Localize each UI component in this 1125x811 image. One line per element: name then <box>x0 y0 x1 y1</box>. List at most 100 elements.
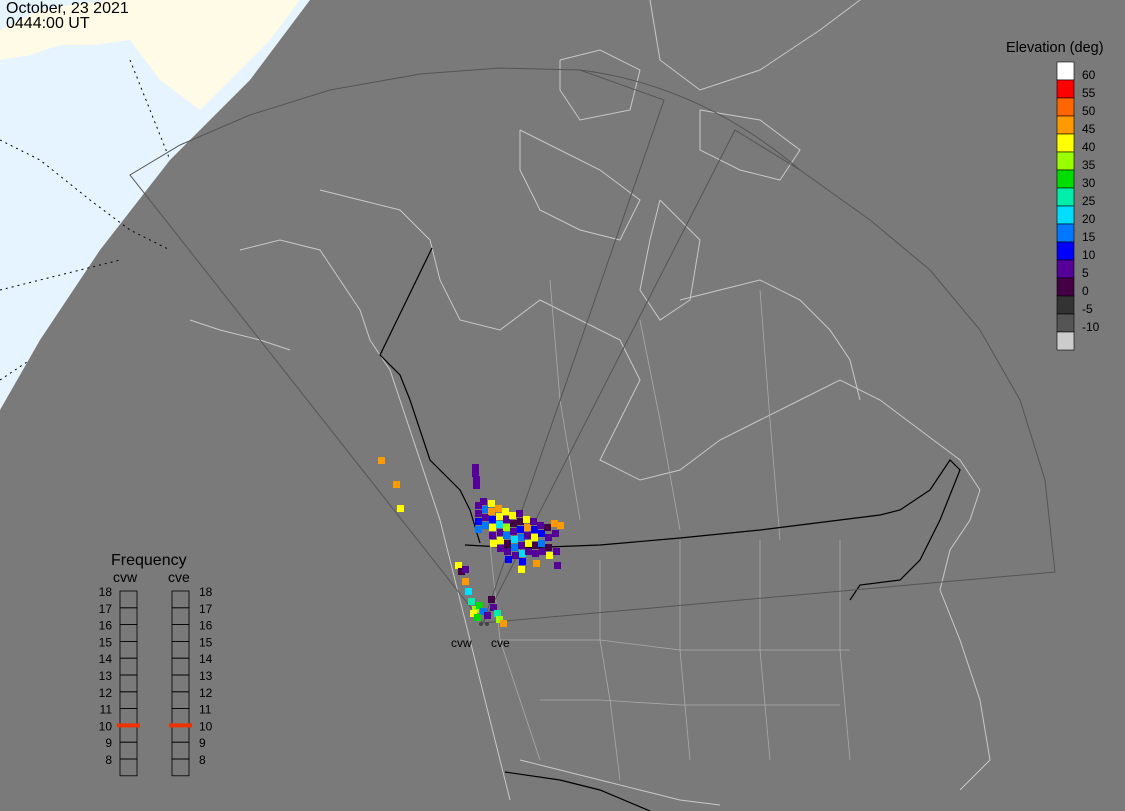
echo-cell <box>531 526 538 533</box>
echo-cell <box>497 537 504 544</box>
echo-cell <box>509 512 516 519</box>
echo-cell <box>505 556 512 563</box>
frequency-cell <box>171 674 190 693</box>
echo-cell <box>557 522 564 529</box>
echo-cell <box>488 596 495 603</box>
echo-cell <box>490 540 497 547</box>
radar-map: cvw cve 605550454035302520151050-5-10 Fr… <box>0 0 1100 811</box>
echo-cell <box>511 544 518 551</box>
echo-cell <box>484 612 491 619</box>
frequency-scale-left: 17 <box>99 602 113 616</box>
legend-tick-label: 40 <box>1082 140 1096 154</box>
legend-swatch <box>1056 331 1075 351</box>
legend-tick-label: 35 <box>1082 158 1096 172</box>
echo-cell <box>480 498 487 505</box>
legend-tick-label: 15 <box>1082 230 1096 244</box>
echo-cell <box>495 505 502 512</box>
elevation-legend: 605550454035302520151050-5-10 <box>1056 61 1100 351</box>
frequency-cell <box>119 590 138 609</box>
radar-fov <box>129 67 1056 624</box>
legend-tick-label: 30 <box>1082 176 1096 190</box>
site-label-cve: cve <box>491 636 510 650</box>
legend-swatch <box>1056 205 1075 225</box>
echo-cell <box>496 513 503 520</box>
frequency-scale-right: 9 <box>199 736 206 750</box>
frequency-scale-left: 14 <box>99 652 113 666</box>
echo-cell <box>503 524 510 531</box>
frequency-cell <box>119 725 138 743</box>
frequency-scale-left: 8 <box>105 753 112 767</box>
frequency-indicator <box>117 723 140 728</box>
timestamp-time: 0444:00 UT <box>6 15 90 32</box>
echo-cell <box>532 550 539 557</box>
echo-cell <box>551 520 558 527</box>
echo-cell <box>524 532 531 539</box>
frequency-title: Frequency <box>111 552 187 569</box>
echo-cell <box>511 536 518 543</box>
frequency-cell <box>171 624 190 642</box>
echo-cell <box>475 518 482 525</box>
echo-cell <box>500 620 507 627</box>
map-stage: cvw cve 60 55 50 45 40 35 30 25 20 15 10 5 0 -5 -10 Fr… <box>0 0 1125 811</box>
frequency-cell <box>119 607 138 625</box>
legend-tick-label: 50 <box>1082 104 1096 118</box>
echo-cell <box>474 614 481 621</box>
echo-cell <box>519 550 526 557</box>
legend-tick-label: -10 <box>1082 320 1100 334</box>
echo-cell <box>502 508 509 515</box>
echo-cell <box>554 562 561 569</box>
echo-cell <box>504 540 511 547</box>
echo-cell <box>545 544 552 551</box>
legend-swatch <box>1056 115 1075 135</box>
frequency-cell <box>171 691 190 709</box>
frequency-cell <box>171 590 190 609</box>
echo-cell <box>482 514 489 521</box>
frequency-cell <box>171 641 190 659</box>
legend-swatch <box>1056 79 1075 99</box>
frequency-cell <box>171 758 190 777</box>
echo-cell <box>538 540 545 547</box>
echo-cell <box>497 545 504 552</box>
legend-tick-label: 25 <box>1082 194 1096 208</box>
echo-cell <box>510 520 517 527</box>
echo-cell <box>488 500 495 507</box>
frequency-indicator <box>169 723 192 728</box>
frequency-scale-left: 18 <box>99 585 113 599</box>
echo-cell <box>537 522 544 529</box>
legend-swatch <box>1056 187 1075 207</box>
radar-site-cve <box>485 622 489 626</box>
echo-cell <box>525 548 532 555</box>
echo-cell <box>462 566 469 573</box>
echo-cell <box>472 464 479 471</box>
frequency-cell <box>119 674 138 693</box>
echo-cell <box>473 482 480 489</box>
echo-cell <box>525 540 532 547</box>
frequency-cell <box>119 657 138 676</box>
legend-swatch <box>1056 259 1075 279</box>
legend-swatch <box>1056 223 1075 243</box>
frequency-scale-right: 13 <box>199 669 213 683</box>
echo-cell <box>482 522 489 529</box>
legend-swatch <box>1056 313 1075 333</box>
echo-cell <box>518 542 525 549</box>
echo-cell <box>482 506 489 513</box>
frequency-cell <box>119 691 138 709</box>
frequency-cell <box>119 624 138 642</box>
echo-cell <box>489 516 496 523</box>
legend-tick-label: 10 <box>1082 248 1096 262</box>
frequency-cell <box>171 741 190 760</box>
echo-cell <box>468 598 475 605</box>
echo-cell <box>462 578 469 585</box>
echo-cell <box>552 530 559 537</box>
frequency-cell <box>119 758 138 777</box>
frequency-cell <box>171 657 190 676</box>
frequency-cell <box>119 741 138 760</box>
echo-cell <box>518 566 525 573</box>
frequency-scale-right: 14 <box>199 652 213 666</box>
coastlines <box>189 0 991 806</box>
echo-cell <box>488 508 495 515</box>
echo-cell <box>530 518 537 525</box>
frequency-scale-left: 12 <box>99 686 113 700</box>
echo-cell <box>489 524 496 531</box>
frequency-scale-left: 15 <box>99 635 113 649</box>
